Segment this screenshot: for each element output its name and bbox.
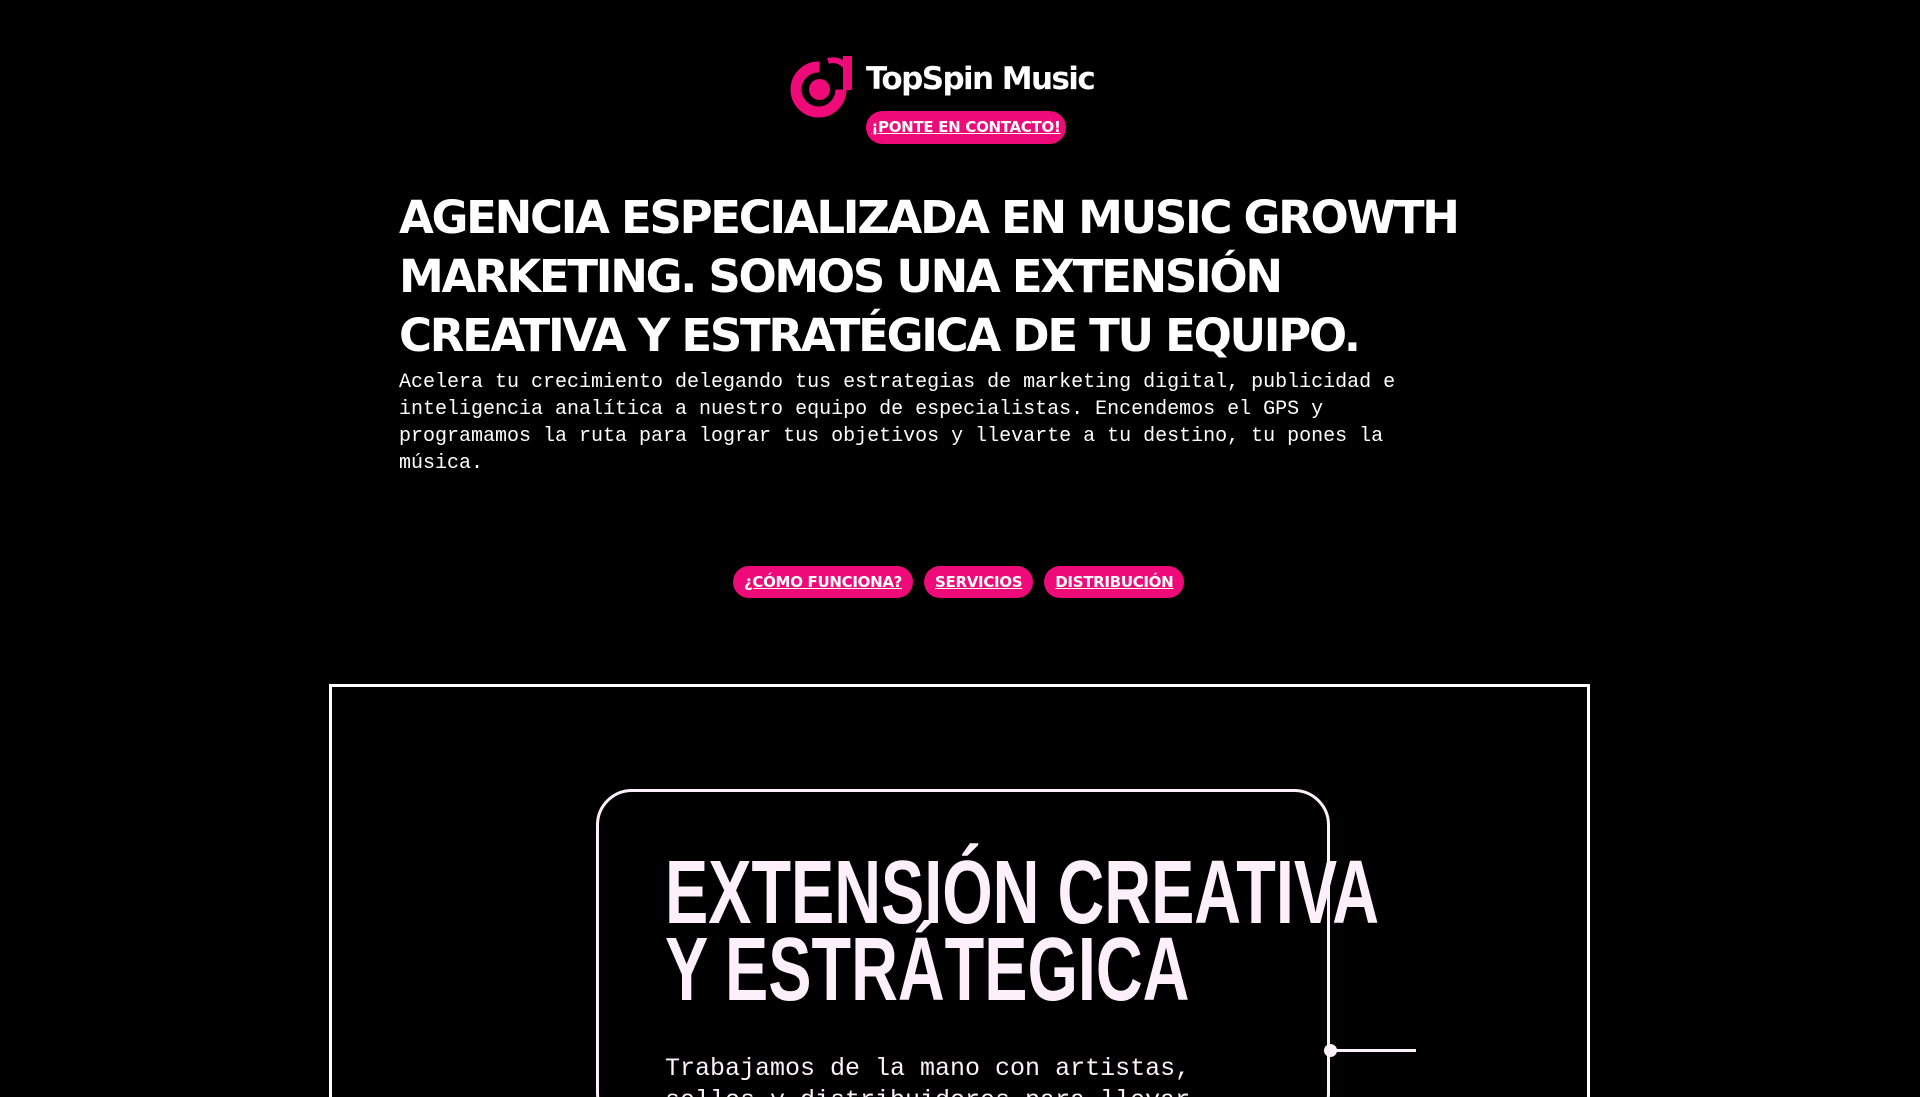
nav-distribution-button[interactable]: DISTRIBUCIÓN [1044,566,1185,598]
connector-dot [1324,1044,1337,1057]
hero-headline: AGENCIA ESPECIALIZADA EN MUSIC GROWTH MA… [399,191,1460,362]
nav-services-button[interactable]: SERVICIOS [924,566,1034,598]
feature-card-text: Trabajamos de la mano con artistas, sell… [665,1054,1191,1097]
contact-button[interactable]: ¡PONTE EN CONTACTO! [866,111,1066,144]
hero-intro-text: Acelera tu crecimiento delegando tus est… [399,371,1396,475]
feature-card-title: EXTENSIÓN CREATIVA Y ESTRÁTEGICA [665,848,1379,1015]
connector-line [1330,1049,1416,1052]
topspin-logo-icon [790,56,852,118]
brand-name: TopSpin Music [866,61,1096,97]
nav-how-it-works-button[interactable]: ¿CÓMO FUNCIONA? [733,566,914,598]
feature-card-title-line-2: Y ESTRÁTEGICA [665,920,1190,1020]
section-nav: ¿CÓMO FUNCIONA? SERVICIOS DISTRIBUCIÓN [733,566,1185,598]
